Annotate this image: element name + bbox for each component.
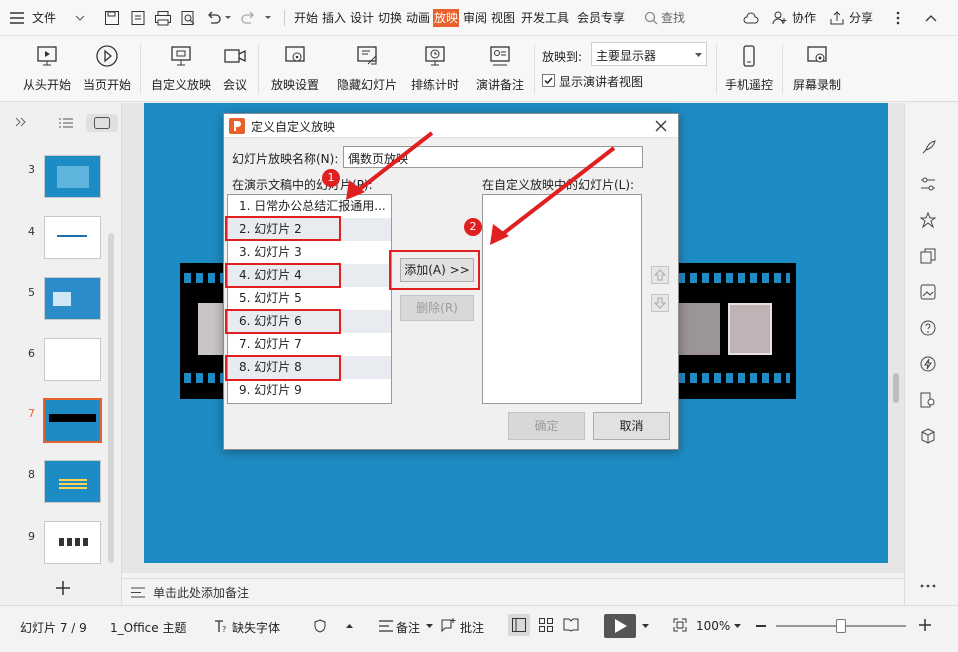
arrow-1-shaft xyxy=(354,131,434,194)
arrow-2-shaft xyxy=(498,146,616,238)
annotation-arrows xyxy=(346,131,616,245)
arrow-2-head xyxy=(490,224,509,245)
step-badge-1: 1 xyxy=(322,169,340,187)
step-badge-2: 2 xyxy=(464,218,482,236)
arrow-1-head xyxy=(346,180,365,200)
